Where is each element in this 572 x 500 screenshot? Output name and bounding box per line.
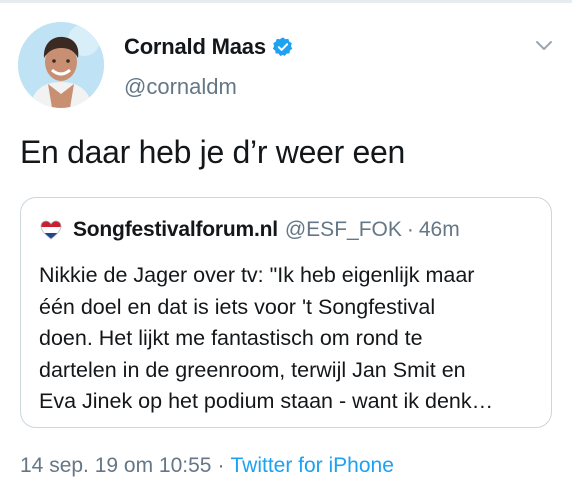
author-handle[interactable]: @cornaldm: [124, 74, 237, 100]
avatar[interactable]: [18, 22, 104, 108]
quoted-text-line: doen. Het lijkt me fantastisch om rond t…: [39, 326, 423, 350]
tweet-text: En daar heb je d’r weer een: [20, 134, 406, 170]
quoted-tweet-card[interactable]: Songfestivalforum.nl @ESF_FOK · 46m Nikk…: [20, 197, 552, 428]
verified-badge-icon: [272, 37, 293, 56]
quoted-tweet-header: Songfestivalforum.nl @ESF_FOK · 46m: [39, 218, 460, 242]
quoted-timestamp[interactable]: 46m: [419, 218, 460, 242]
tweet-footer: 14 sep. 19 om 10:55 · Twitter for iPhone: [20, 454, 394, 478]
tweet-date[interactable]: 14 sep. 19 om 10:55: [20, 454, 211, 477]
tweet-header: Cornald Maas @cornaldm: [18, 20, 558, 110]
quoted-text-line: één doel en dat is iets voor 't Songfest…: [39, 294, 436, 319]
quoted-text-line: Eva Jinek op het podium staan - want ik …: [39, 389, 494, 413]
footer-separator: ·: [217, 454, 225, 477]
chevron-down-icon[interactable]: [534, 38, 554, 52]
quoted-separator: ·: [406, 218, 414, 241]
tweet-source-link[interactable]: Twitter for iPhone: [230, 454, 393, 477]
author-name[interactable]: Cornald Maas: [124, 34, 266, 60]
quoted-text-line: Nikkie de Jager over tv: "Ik heb eigenli…: [39, 263, 475, 287]
author-name-row: Cornald Maas: [124, 34, 294, 60]
quoted-text-line: dartelen in de greenroom, terwijl Jan Sm…: [39, 357, 466, 382]
quoted-author-handle[interactable]: @ESF_FOK: [285, 218, 402, 242]
avatar-photo: [18, 22, 104, 108]
quoted-author-name[interactable]: Songfestivalforum.nl: [73, 218, 278, 242]
quoted-tweet-text: Nikkie de Jager over tv: "Ik heb eigenli…: [39, 260, 539, 418]
top-divider: [0, 0, 572, 3]
heart-flag-logo-icon: [40, 220, 62, 240]
